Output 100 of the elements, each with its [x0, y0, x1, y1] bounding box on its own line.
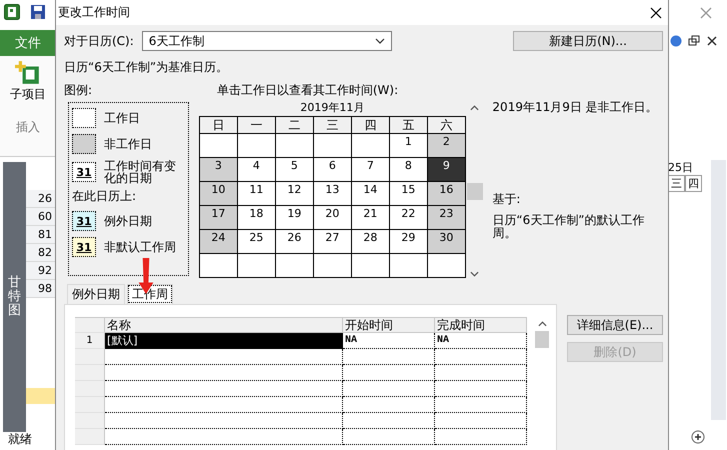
table-cell[interactable]: [435, 349, 527, 365]
calendar-day[interactable]: 29: [390, 230, 428, 254]
calendar-day[interactable]: 9: [428, 158, 466, 182]
new-calendar-button[interactable]: 新建日历(N)...: [513, 31, 663, 51]
table-cell[interactable]: [105, 397, 343, 413]
row-header-cell: [75, 397, 105, 413]
table-cell[interactable]: [343, 381, 435, 397]
row-number: 81: [26, 226, 56, 244]
table-cell[interactable]: [343, 349, 435, 365]
close-icon[interactable]: [706, 35, 718, 47]
file-tab[interactable]: 文件: [0, 30, 56, 56]
close-icon[interactable]: [650, 6, 662, 18]
calendar-day[interactable]: 21: [352, 206, 390, 230]
scroll-down-icon[interactable]: [470, 271, 480, 277]
calendar-day[interactable]: [238, 134, 276, 158]
legend-swatch: [72, 108, 96, 128]
table-cell[interactable]: [435, 429, 527, 445]
calendar-day[interactable]: 24: [200, 230, 238, 254]
calendar-day[interactable]: [314, 134, 352, 158]
calendar-day[interactable]: 28: [352, 230, 390, 254]
calendar-day[interactable]: 2: [428, 134, 466, 158]
calendar-day[interactable]: 19: [276, 206, 314, 230]
row-header-cell: [75, 429, 105, 445]
subproject-button[interactable]: 子项目: [10, 60, 46, 103]
calendar-day[interactable]: 27: [314, 230, 352, 254]
highlighted-row[interactable]: [26, 388, 56, 404]
scroll-thumb[interactable]: [535, 331, 549, 348]
calendar-day[interactable]: [314, 254, 352, 278]
zoom-in-icon[interactable]: [691, 430, 705, 444]
view-bar[interactable]: 甘特图: [3, 162, 26, 432]
legend-label: 例外日期: [104, 215, 153, 227]
column-header: 开始时间: [343, 317, 435, 333]
calendar-dropdown[interactable]: 6天工作制: [142, 31, 392, 51]
timescale-day: 四: [685, 175, 702, 192]
table-cell[interactable]: [105, 349, 343, 365]
calendar-day[interactable]: 15: [390, 182, 428, 206]
scroll-thumb[interactable]: [466, 182, 483, 200]
tab[interactable]: 例外日期: [67, 284, 125, 304]
legend-label: 非默认工作周: [104, 241, 177, 253]
calendar-day[interactable]: [352, 254, 390, 278]
row-number: 98: [26, 280, 56, 298]
calendar-day[interactable]: 13: [314, 182, 352, 206]
table-cell[interactable]: [105, 429, 343, 445]
calendar-day[interactable]: 4: [238, 158, 276, 182]
calendar-day[interactable]: 30: [428, 230, 466, 254]
calendar-day[interactable]: 12: [276, 182, 314, 206]
scroll-up-icon[interactable]: [470, 105, 480, 111]
calendar-day[interactable]: 6: [314, 158, 352, 182]
legend-subtitle: 在此日历上:: [72, 188, 138, 205]
row-header-cell: [75, 349, 105, 365]
table-cell[interactable]: [343, 397, 435, 413]
calendar-day[interactable]: 3: [200, 158, 238, 182]
calendar-day[interactable]: 25: [238, 230, 276, 254]
month-title: 2019年11月: [300, 100, 364, 116]
calendar-day[interactable]: [276, 254, 314, 278]
calendar-day[interactable]: 1: [390, 134, 428, 158]
legend-swatch: 31: [72, 162, 96, 182]
calendar-day[interactable]: 23: [428, 206, 466, 230]
calendar-day[interactable]: 18: [238, 206, 276, 230]
vertical-scrollbar[interactable]: [711, 160, 726, 420]
calendar-day[interactable]: 5: [276, 158, 314, 182]
row-number: 26: [26, 190, 56, 208]
table-cell[interactable]: [435, 413, 527, 429]
restore-icon[interactable]: [688, 35, 700, 47]
calendar-day[interactable]: 10: [200, 182, 238, 206]
save-icon[interactable]: [30, 4, 46, 20]
base-calendar-note: 日历“6天工作制”为基准日历。: [64, 59, 230, 76]
dialog-title: 更改工作时间: [58, 4, 130, 21]
table-cell[interactable]: [105, 413, 343, 429]
calendar-day[interactable]: 7: [352, 158, 390, 182]
calendar-day[interactable]: [200, 254, 238, 278]
table-cell[interactable]: [435, 381, 527, 397]
calendar-day[interactable]: [200, 134, 238, 158]
calendar-day[interactable]: 8: [390, 158, 428, 182]
table-cell[interactable]: [343, 413, 435, 429]
calendar-day[interactable]: 16: [428, 182, 466, 206]
calendar-day[interactable]: [276, 134, 314, 158]
table-cell[interactable]: [105, 365, 343, 381]
table-cell[interactable]: [435, 397, 527, 413]
app-logo-icon[interactable]: [4, 4, 20, 20]
table-cell[interactable]: [343, 365, 435, 381]
table-cell[interactable]: [343, 429, 435, 445]
action-button[interactable]: 详细信息(E)...: [567, 315, 663, 335]
table-cell[interactable]: [105, 381, 343, 397]
calendar-day[interactable]: 26: [276, 230, 314, 254]
calendar-day[interactable]: 17: [200, 206, 238, 230]
calendar-day[interactable]: 11: [238, 182, 276, 206]
legend-swatch: 31: [72, 237, 96, 257]
scroll-up-icon[interactable]: [538, 321, 546, 327]
calendar-day[interactable]: 20: [314, 206, 352, 230]
row-number: 82: [26, 244, 56, 262]
table-cell[interactable]: [435, 365, 527, 381]
calendar-day[interactable]: [390, 254, 428, 278]
calendar-day[interactable]: 14: [352, 182, 390, 206]
table-cell[interactable]: [默认]: [105, 333, 343, 349]
calendar-day[interactable]: [238, 254, 276, 278]
calendar-day[interactable]: [352, 134, 390, 158]
calendar-day[interactable]: 22: [390, 206, 428, 230]
column-header: 名称: [105, 317, 343, 333]
calendar-day[interactable]: [428, 254, 466, 278]
